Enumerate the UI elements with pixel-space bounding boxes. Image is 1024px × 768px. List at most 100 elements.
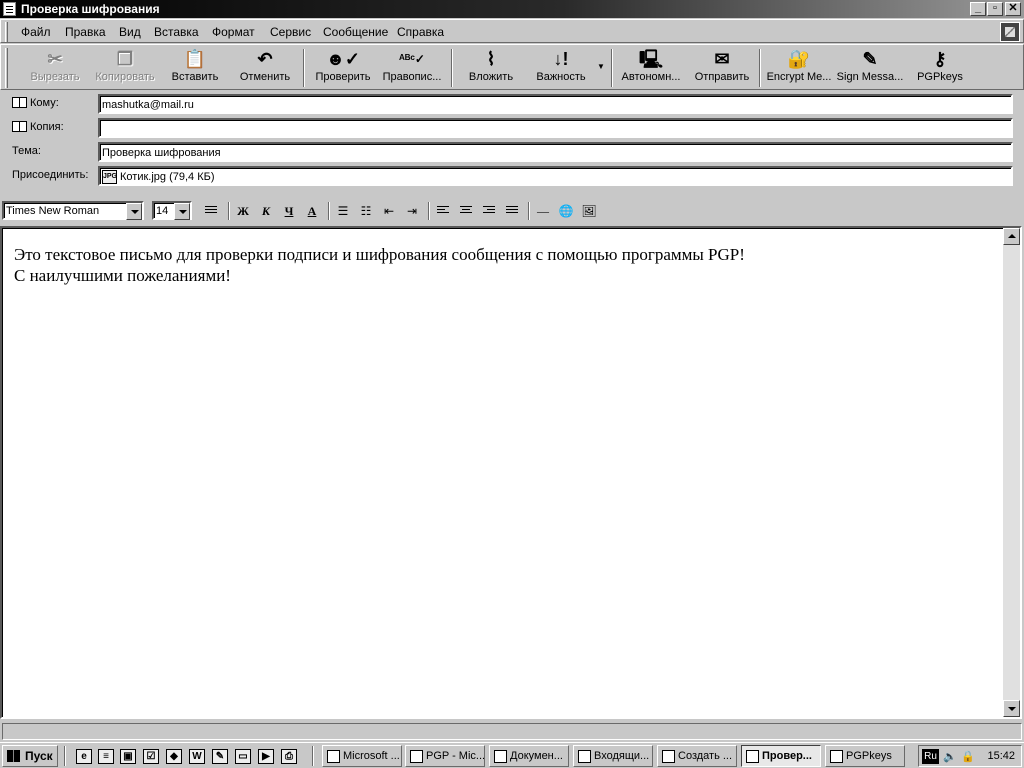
- check-names-button[interactable]: ☻✓ Проверить: [311, 47, 375, 89]
- align-right-button[interactable]: [480, 202, 498, 220]
- picture-icon: 🖼: [581, 204, 597, 218]
- font-name-value: Times New Roman: [6, 205, 100, 217]
- message-body-text[interactable]: Это текстовое письмо для проверки подпис…: [14, 244, 745, 286]
- sign-message-button[interactable]: ✎ Sign Messa...: [835, 47, 905, 89]
- undo-button[interactable]: ↶ Отменить: [233, 47, 297, 89]
- message-window-icon[interactable]: [3, 2, 16, 16]
- insert-picture-button[interactable]: 🖼: [580, 202, 598, 220]
- attachment-item[interactable]: Котик.jpg (79,4 КБ): [120, 171, 215, 183]
- word-icon[interactable]: W: [189, 749, 205, 764]
- jpg-file-icon[interactable]: JPG: [102, 170, 117, 184]
- title-bar[interactable]: Проверка шифрования _ ▫ ✕: [0, 0, 1024, 18]
- underline-button[interactable]: Ч: [280, 202, 298, 220]
- task-button-microsoft[interactable]: Microsoft ...: [322, 745, 402, 767]
- cc-label[interactable]: Копия:: [12, 121, 64, 133]
- printer-icon[interactable]: ⎙: [281, 749, 297, 764]
- chevron-down-icon[interactable]: [174, 203, 190, 220]
- menu-help[interactable]: Справка: [397, 25, 444, 39]
- bold-button[interactable]: Ж: [234, 202, 252, 220]
- menu-format[interactable]: Формат: [212, 25, 255, 39]
- windows-logo-icon: [1000, 22, 1020, 42]
- to-field[interactable]: mashutka@mail.ru: [98, 94, 1013, 114]
- menu-view[interactable]: Вид: [119, 25, 141, 39]
- task-button-documents[interactable]: Докумен...: [489, 745, 569, 767]
- menu-edit[interactable]: Правка: [65, 25, 106, 39]
- close-button[interactable]: ✕: [1005, 2, 1021, 16]
- diamond-app-icon[interactable]: ◆: [166, 749, 182, 764]
- task-button-pgp-word[interactable]: PGP - Mic...: [405, 745, 485, 767]
- cc-field[interactable]: [98, 118, 1013, 138]
- font-color-button[interactable]: A: [303, 202, 321, 220]
- format-separator: [228, 202, 230, 220]
- language-indicator[interactable]: Ru: [922, 749, 939, 764]
- offline-button[interactable]: 🖳 Автономн...: [617, 47, 685, 89]
- priority-dropdown-button[interactable]: ▼: [595, 47, 607, 89]
- scroll-down-arrow-icon[interactable]: [1003, 700, 1020, 717]
- align-left-button[interactable]: [434, 202, 452, 220]
- menu-grip[interactable]: [5, 22, 8, 42]
- encrypt-message-button[interactable]: 🔐 Encrypt Me...: [765, 47, 833, 89]
- checklist-icon[interactable]: ☑: [143, 749, 159, 764]
- paperclip-icon: ⌇: [486, 49, 496, 69]
- maximize-button[interactable]: ▫: [987, 2, 1003, 16]
- notepad-icon[interactable]: ≡: [98, 749, 114, 764]
- attach-field[interactable]: JPG Котик.jpg (79,4 КБ): [98, 166, 1013, 186]
- ie-browser-icon[interactable]: e: [76, 749, 92, 764]
- start-button[interactable]: Пуск: [2, 745, 58, 767]
- monitor-icon[interactable]: ▭: [235, 749, 251, 764]
- send-button[interactable]: ✉ Отправить: [691, 47, 753, 89]
- italic-button[interactable]: К: [257, 202, 275, 220]
- scroll-up-arrow-icon[interactable]: [1003, 228, 1020, 245]
- window-icon: [327, 750, 340, 763]
- sign-label: Sign Messa...: [836, 71, 904, 83]
- horizontal-line-button[interactable]: —: [534, 202, 552, 220]
- increase-indent-button[interactable]: ⇥: [403, 202, 421, 220]
- task-button-create[interactable]: Создать ...: [657, 745, 737, 767]
- chevron-down-icon[interactable]: [126, 203, 142, 220]
- font-name-select[interactable]: Times New Roman: [2, 201, 144, 220]
- font-size-select[interactable]: 14: [152, 201, 192, 220]
- format-separator: [328, 202, 330, 220]
- decrease-indent-button[interactable]: ⇤: [380, 202, 398, 220]
- paragraph-style-button[interactable]: [202, 202, 220, 220]
- subject-field[interactable]: Проверка шифрования: [98, 142, 1013, 162]
- media-player-icon[interactable]: ▶: [258, 749, 274, 764]
- pgp-lock-icon[interactable]: 🔒: [961, 750, 975, 763]
- menu-message[interactable]: Сообщение: [323, 25, 388, 39]
- vertical-scrollbar[interactable]: [1003, 228, 1020, 717]
- attach-button[interactable]: ⌇ Вложить: [461, 47, 521, 89]
- pgpkeys-button[interactable]: ⚷ PGPkeys: [911, 47, 969, 89]
- numbered-list-button[interactable]: ☰: [334, 202, 352, 220]
- copy-button[interactable]: ❐ Копировать: [91, 47, 159, 89]
- pen-tool-icon[interactable]: ✎: [212, 749, 228, 764]
- task-label: Создать ...: [678, 750, 733, 762]
- menu-tools[interactable]: Сервис: [270, 25, 311, 39]
- align-center-button[interactable]: [457, 202, 475, 220]
- task-button-pgpkeys[interactable]: PGPkeys: [825, 745, 905, 767]
- paste-icon: 📋: [183, 49, 207, 69]
- menu-file[interactable]: Файл: [21, 25, 51, 39]
- menu-insert[interactable]: Вставка: [154, 25, 199, 39]
- to-label[interactable]: Кому:: [12, 97, 59, 109]
- cut-button[interactable]: ✂ Вырезать: [25, 47, 85, 89]
- toolbar-separator: [611, 49, 613, 87]
- paste-button[interactable]: 📋 Вставить: [165, 47, 225, 89]
- minimize-button[interactable]: _: [970, 2, 986, 16]
- spelling-button[interactable]: ᴬᴮᶜ✓ Правопис...: [379, 47, 445, 89]
- spelling-label: Правопис...: [382, 71, 442, 83]
- window-title: Проверка шифрования: [21, 2, 160, 16]
- clock[interactable]: 15:42: [987, 750, 1015, 762]
- toolbar-grip[interactable]: [5, 48, 8, 88]
- priority-button[interactable]: ↓! Важность: [529, 47, 593, 89]
- insert-hyperlink-button[interactable]: 🌐: [557, 202, 575, 220]
- volume-icon[interactable]: 🔈: [943, 750, 957, 763]
- align-left-icon: [437, 206, 449, 216]
- task-button-inbox[interactable]: Входящи...: [573, 745, 653, 767]
- save-disk-icon[interactable]: ▣: [120, 749, 136, 764]
- justify-button[interactable]: [503, 202, 521, 220]
- bullet-list-button[interactable]: ☷: [357, 202, 375, 220]
- message-body-editor[interactable]: Это текстовое письмо для проверки подпис…: [0, 226, 1022, 719]
- main-toolbar: ✂ Вырезать ❐ Копировать 📋 Вставить ↶ Отм…: [0, 44, 1024, 90]
- task-button-check-encryption[interactable]: Провер...: [741, 745, 821, 767]
- bullet-list-icon: ☷: [360, 204, 372, 218]
